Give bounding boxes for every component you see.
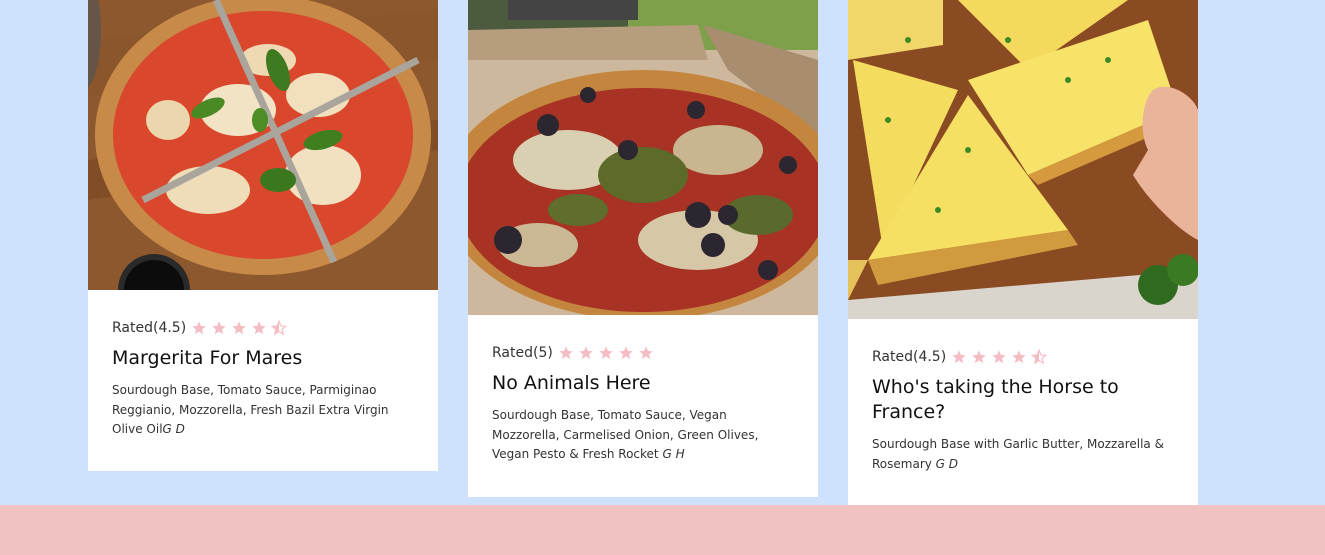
star-icon — [212, 321, 226, 335]
star-rating — [951, 349, 1048, 365]
rating-row: Rated(4.5) — [112, 318, 414, 338]
rating-row: Rated(5) — [492, 343, 794, 363]
star-icon — [619, 346, 633, 360]
rating-label: Rated(5) — [492, 345, 553, 361]
pizza-card-no-animals: Rated(5) No Animals Here Sourdough Base,… — [468, 0, 818, 497]
rating-row: Rated(4.5) — [872, 347, 1174, 367]
star-rating — [558, 345, 654, 361]
pizza-card-horse-to-france: Rated(4.5) Who's taking the Horse to Fra… — [848, 0, 1198, 505]
half-star-icon — [271, 320, 288, 336]
star-icon — [192, 321, 206, 335]
star-icon — [579, 346, 593, 360]
footer-band — [0, 505, 1325, 555]
pizza-title: No Animals Here — [492, 372, 651, 394]
pizza-photo-no-animals — [468, 0, 818, 315]
pizza-description: Sourdough Base, Tomato Sauce, Vegan Mozz… — [492, 408, 759, 461]
dietary-tags: G D — [162, 422, 185, 436]
dietary-tags: G H — [662, 447, 685, 461]
star-icon — [972, 350, 986, 364]
star-icon — [559, 346, 573, 360]
rating-label: Rated(4.5) — [872, 349, 947, 365]
pizza-card-margerita: Rated(4.5) Margerita For Mares Sourdough… — [88, 0, 438, 471]
star-icon — [1012, 350, 1026, 364]
pizza-title: Margerita For Mares — [112, 347, 303, 369]
dietary-tags: G D — [935, 456, 959, 471]
pizza-photo-margerita — [88, 0, 438, 290]
pizza-description: Sourdough Base with Garlic Butter, Mozza… — [872, 437, 1164, 471]
star-icon — [992, 350, 1006, 364]
pizza-photo-horse-to-france — [848, 0, 1198, 319]
star-icon — [599, 346, 613, 360]
star-icon — [232, 321, 246, 335]
half-star-icon — [1031, 349, 1048, 365]
pizza-description: Sourdough Base, Tomato Sauce, Parmiginao… — [112, 383, 389, 436]
pizza-title: Who's taking the Horse to France? — [872, 376, 1119, 423]
star-rating — [191, 320, 288, 336]
rating-label: Rated(4.5) — [112, 320, 187, 336]
star-icon — [252, 321, 266, 335]
star-icon — [952, 350, 966, 364]
star-icon — [639, 346, 653, 360]
